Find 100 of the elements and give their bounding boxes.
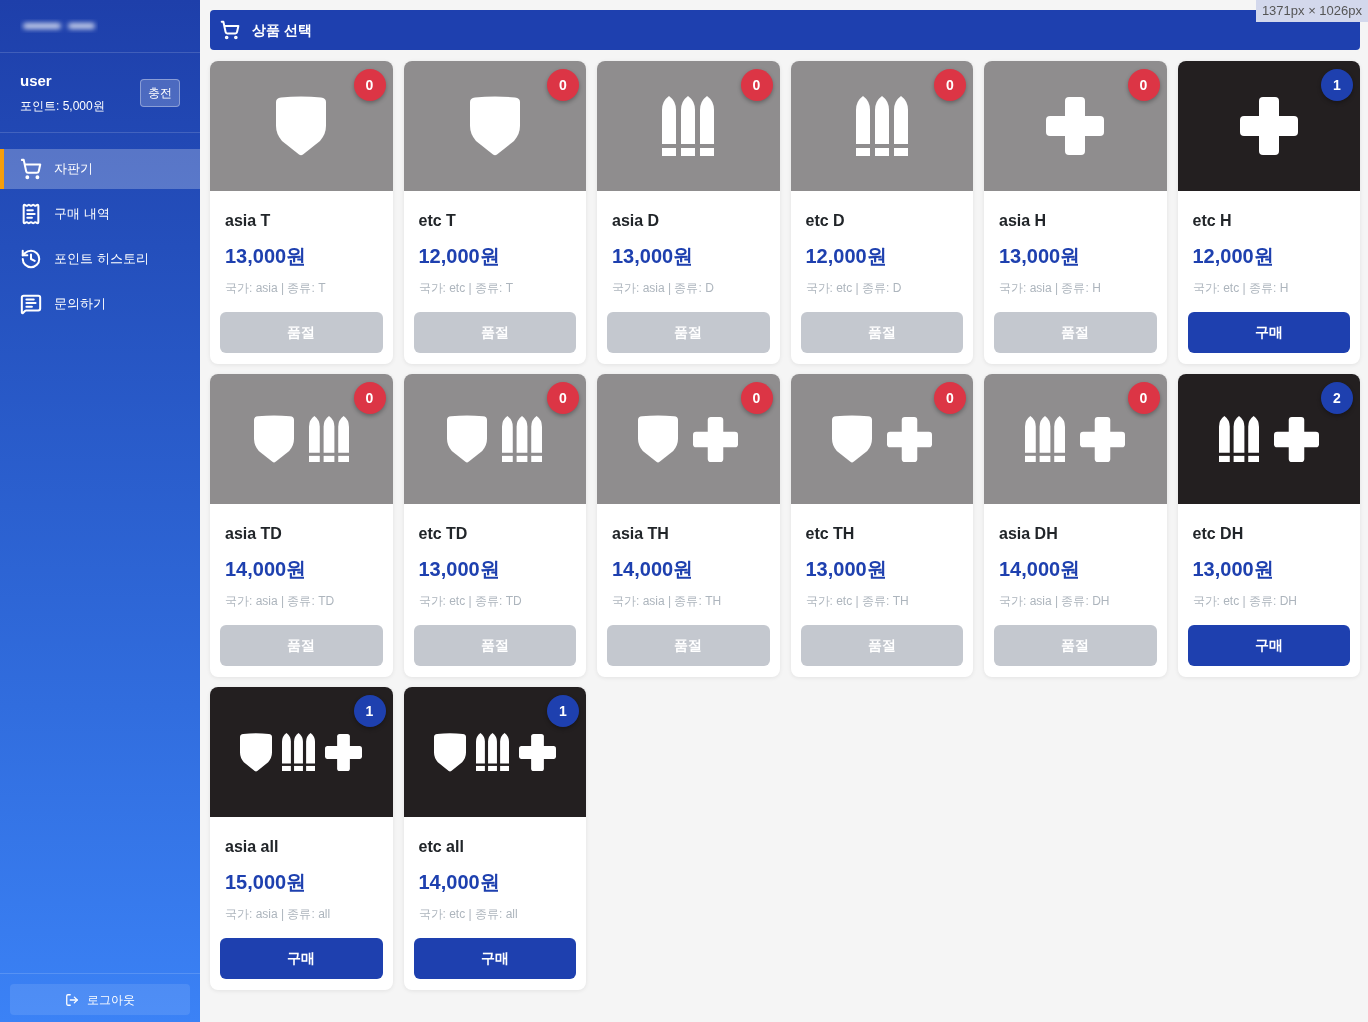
product-name: etc TD — [417, 524, 469, 544]
product-info: 국가: etc | 종류: DH — [1191, 593, 1298, 609]
bullets-icon — [308, 416, 349, 462]
cart-icon — [20, 158, 42, 180]
product-price: 14,000원 — [611, 557, 695, 581]
stock-count-badge: 0 — [740, 382, 773, 414]
product-name: etc H — [1191, 211, 1233, 231]
product-info: 국가: asia | 종류: H — [998, 280, 1102, 296]
history-icon — [20, 248, 42, 270]
product-price: 13,000원 — [998, 244, 1082, 268]
product-price: 13,000원 — [611, 244, 695, 268]
product-name: asia D — [611, 211, 661, 231]
stock-count-badge: 1 — [547, 695, 579, 727]
shield-icon — [240, 732, 273, 772]
product-price: 12,000원 — [417, 244, 501, 268]
nav-item[interactable]: 포인트 히스토리 — [0, 239, 200, 279]
user-points: 포인트: 5,000원 — [20, 97, 105, 114]
charge-button[interactable]: 충전 — [140, 78, 180, 107]
cross-icon — [1273, 416, 1319, 462]
cross-icon — [1080, 416, 1126, 462]
product-price: 14,000원 — [224, 557, 308, 581]
product-name: asia all — [224, 837, 280, 857]
stock-count-badge: 0 — [1127, 69, 1160, 101]
product-price: 13,000원 — [804, 557, 888, 581]
stock-count-badge: 0 — [353, 382, 386, 414]
cart-icon — [220, 20, 240, 40]
product-name: asia DH — [998, 524, 1059, 544]
product-price: 14,000원 — [417, 870, 501, 894]
product-price: 13,000원 — [417, 557, 501, 581]
bullets-icon — [662, 96, 715, 156]
buy-button[interactable]: 구매 — [1187, 312, 1350, 353]
product-info: 국가: etc | 종류: T — [417, 280, 514, 296]
product-info: 국가: etc | 종류: all — [417, 906, 519, 922]
nav-item[interactable]: 문의하기 — [0, 284, 200, 324]
cross-icon — [518, 733, 556, 771]
product-info: 국가: etc | 종류: H — [1191, 280, 1290, 296]
shield-icon — [831, 415, 872, 463]
bullets-icon — [855, 96, 908, 156]
stock-count-badge: 0 — [934, 382, 966, 414]
product-name: etc DH — [1191, 524, 1245, 544]
stock-count-badge: 0 — [547, 382, 579, 414]
stock-count-badge: 2 — [1321, 382, 1353, 414]
product-name: asia TH — [611, 524, 670, 544]
bullets-icon — [475, 733, 509, 771]
header-title: 상품 선택 — [252, 20, 312, 40]
cross-icon — [886, 416, 932, 462]
size-overlay: 1371px × 1026px — [1255, 0, 1368, 22]
logout-icon — [65, 992, 79, 1007]
shield-icon — [433, 732, 466, 772]
product-info: 국가: asia | 종류: all — [224, 906, 332, 922]
user-name: user — [20, 71, 53, 90]
shield-icon — [276, 96, 327, 156]
stock-count-badge: 0 — [934, 69, 966, 101]
stock-count-badge: 0 — [547, 69, 579, 101]
product-price: 12,000원 — [804, 244, 888, 268]
product-info: 국가: etc | 종류: TD — [417, 593, 523, 609]
product-info: 국가: asia | 종류: T — [224, 280, 327, 296]
product-price: 13,000원 — [224, 244, 308, 268]
shield-icon — [253, 415, 294, 463]
bullets-icon — [1025, 416, 1066, 462]
shield-icon — [447, 415, 488, 463]
stock-count-badge: 0 — [353, 69, 386, 101]
bullets-icon — [502, 416, 543, 462]
buy-button[interactable]: 구매 — [1187, 625, 1350, 666]
nav-item[interactable]: 구매 내역 — [0, 194, 200, 234]
buy-button[interactable]: 구매 — [413, 938, 576, 979]
stock-count-badge: 0 — [1127, 382, 1160, 414]
product-price: 12,000원 — [1191, 244, 1275, 268]
shield-icon — [469, 96, 520, 156]
receipt-icon — [20, 203, 42, 225]
product-info: 국가: asia | 종류: DH — [998, 593, 1111, 609]
product-info: 국가: etc | 종류: TH — [804, 593, 910, 609]
cross-icon — [1239, 97, 1298, 155]
stock-count-badge: 1 — [1321, 69, 1353, 101]
product-name: etc T — [417, 211, 457, 231]
nav-item[interactable]: 자판기 — [0, 149, 200, 189]
bullets-icon — [282, 733, 316, 771]
product-info: 국가: etc | 종류: D — [804, 280, 903, 296]
buy-button[interactable]: 구매 — [220, 938, 383, 979]
product-name: etc D — [804, 211, 846, 231]
product-name: etc all — [417, 837, 465, 857]
product-name: asia T — [224, 211, 272, 231]
product-info: 국가: asia | 종류: TD — [224, 593, 336, 609]
stock-count-badge: 1 — [353, 695, 386, 727]
product-info: 국가: asia | 종류: D — [611, 280, 715, 296]
product-name: etc TH — [804, 524, 856, 544]
shield-icon — [638, 415, 679, 463]
cross-icon — [693, 416, 739, 462]
product-price: 15,000원 — [224, 870, 308, 894]
product-info: 국가: asia | 종류: TH — [611, 593, 723, 609]
product-name: asia H — [998, 211, 1048, 231]
product-price: 13,000원 — [1191, 557, 1275, 581]
stock-count-badge: 0 — [740, 69, 773, 101]
cross-icon — [325, 733, 363, 771]
message-icon — [20, 293, 42, 315]
product-name: asia TD — [224, 524, 283, 544]
cross-icon — [1046, 97, 1105, 155]
bullets-icon — [1218, 416, 1259, 462]
product-price: 14,000원 — [998, 557, 1082, 581]
logout-button[interactable]: 로그아웃 — [10, 984, 190, 1015]
